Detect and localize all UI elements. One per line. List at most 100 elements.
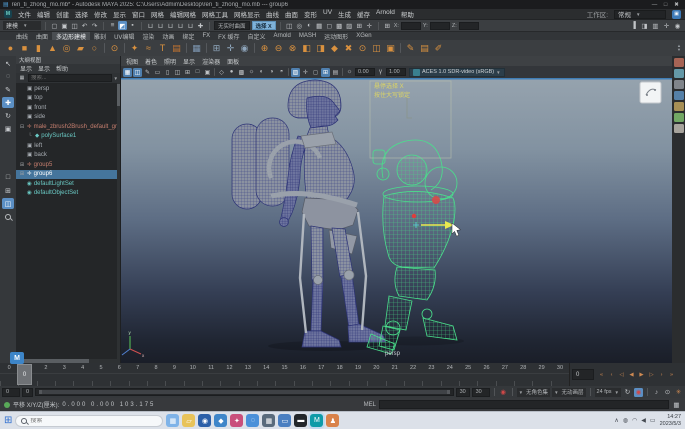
isolate-select-icon[interactable]: ◻ (325, 21, 334, 30)
tray-chevron-icon[interactable]: ∧ (614, 417, 618, 424)
wireframe-color-icon[interactable]: ▨ (345, 21, 354, 30)
outliner-item[interactable]: ⊟ ✛ male_zbrush2Brush_default_group (16, 122, 120, 132)
menu-item[interactable]: 缓存 (357, 9, 370, 19)
separate-icon[interactable]: ⊖ (272, 42, 285, 55)
playback-start-field[interactable]: 0 (22, 388, 33, 397)
shadows-icon[interactable]: ◐ (257, 68, 266, 77)
motion-blur-icon[interactable]: ◓ (277, 68, 286, 77)
attribute-editor-toggle[interactable]: ▐ (629, 21, 638, 30)
current-frame-marker[interactable]: 0 (17, 364, 32, 385)
soft-select-icon[interactable]: ◎ (295, 21, 304, 30)
snap-curve-icon[interactable]: ⊔ (156, 21, 165, 30)
shelf-tab[interactable]: 动画 (158, 32, 178, 40)
symmetry-icon[interactable]: ◫ (285, 21, 294, 30)
tray-wifi-icon[interactable]: ◠ (632, 417, 637, 424)
menu-item[interactable]: 网格显示 (234, 9, 260, 19)
workspace-settings-icon[interactable]: ▣ (672, 10, 681, 19)
safe-title-icon[interactable]: ▣ (203, 68, 212, 77)
menu-item[interactable]: 曲面 (285, 9, 298, 19)
shelf-icon[interactable] (186, 43, 187, 53)
viewport-menu-item[interactable]: 渲染器 (202, 57, 220, 66)
use-all-lights-icon[interactable]: ☼ (247, 68, 256, 77)
shelf-icon[interactable] (124, 43, 125, 53)
character-controls-tab[interactable] (674, 102, 684, 111)
range-slider-handle[interactable] (39, 390, 450, 394)
multi-cut-icon[interactable]: ✖ (342, 42, 355, 55)
mirror-icon[interactable]: ◫ (370, 42, 383, 55)
snap-grid-icon[interactable]: ⊔ (146, 21, 155, 30)
playback-end-field[interactable]: 30 (456, 388, 470, 397)
scale-tool[interactable]: ▣ (2, 123, 14, 134)
taskbar-app-person[interactable]: ♟ (326, 414, 339, 427)
poly-sphere-icon[interactable]: ● (4, 42, 17, 55)
viewport-menu-item[interactable]: 着色 (145, 57, 157, 66)
select-component-icon[interactable]: ▪ (128, 21, 137, 30)
shelf-tab[interactable]: 渲染 (138, 32, 158, 40)
film-gate-icon[interactable]: ▭ (153, 68, 162, 77)
menu-item[interactable]: 编辑网格 (170, 9, 196, 19)
input-line-mode-icon[interactable]: ⊞ (383, 21, 392, 30)
outliner-item[interactable]: ▣ left (16, 141, 120, 151)
shelf-tab[interactable]: UV编辑 (110, 32, 138, 40)
menu-item[interactable]: 网格工具 (202, 9, 228, 19)
snap-projected-center-icon[interactable]: ⊔ (176, 21, 185, 30)
taskbar-clock[interactable]: 14:27 2023/5/3 (660, 414, 681, 427)
isolate-select-icon[interactable]: ◻ (311, 68, 320, 77)
mute-audio-icon[interactable]: ♪ (652, 388, 661, 397)
undo-icon[interactable]: ↶ (80, 21, 89, 30)
shelf-icon[interactable] (206, 43, 207, 53)
resolution-gate-icon[interactable]: ▯ (163, 68, 172, 77)
viewport-popup-button[interactable] (640, 82, 661, 103)
type-tool-icon[interactable]: T (156, 42, 169, 55)
grid-toggle-icon[interactable]: ⊞ (321, 68, 330, 77)
menu-item[interactable]: 编辑 (37, 9, 50, 19)
quad-draw-icon[interactable]: ▣ (384, 42, 397, 55)
expander-icon[interactable]: ⊞ (19, 171, 25, 177)
outliner-vertical-scrollbar[interactable] (117, 83, 120, 359)
ik-handle-icon[interactable]: ◉ (238, 42, 251, 55)
workspace-dropdown[interactable]: 常规 ▼ (614, 10, 666, 19)
poly-cylinder-icon[interactable]: ▮ (32, 42, 45, 55)
animation-end-field[interactable]: 30 (472, 388, 490, 397)
rotate-tool[interactable]: ↻ (2, 110, 14, 121)
new-scene-icon[interactable]: ▢ (50, 21, 59, 30)
outliner-item[interactable]: ⊞ ✛ group5 (16, 160, 120, 170)
poly-pipe-icon[interactable]: ○ (88, 42, 101, 55)
step-forward-button[interactable]: ▷ (647, 370, 656, 380)
viewport-menu-item[interactable]: 面板 (227, 57, 239, 66)
outliner-item[interactable]: ▣ front (16, 103, 120, 113)
modeling-toolkit-tab[interactable] (674, 91, 684, 100)
outliner-menu-item[interactable]: 显示 (20, 64, 32, 73)
sweep-mesh-icon[interactable]: ▤ (170, 42, 183, 55)
curve-tools-icon[interactable]: ≈ (142, 42, 155, 55)
modeling-toolkit-toggle[interactable]: ✛ (662, 21, 671, 30)
range-slider-track[interactable] (35, 388, 454, 396)
taskbar-app-browser[interactable]: ◉ (198, 414, 211, 427)
arnold-tab[interactable] (674, 124, 684, 133)
command-line-input[interactable] (379, 400, 669, 409)
exposure-field[interactable]: 0.00 (355, 68, 375, 76)
construction-history-icon[interactable]: ⊞ (355, 21, 364, 30)
viewport-menu-item[interactable]: 视图 (126, 57, 138, 66)
viewport-menu-item[interactable]: 照明 (164, 57, 176, 66)
shelf-tab[interactable]: 自定义 (243, 32, 269, 40)
xray-joints-icon[interactable]: ✛ (301, 68, 310, 77)
shelf-icon[interactable] (104, 43, 105, 53)
outliner-item[interactable]: ◉ defaultObjectSet (16, 189, 120, 199)
shelf-tab[interactable]: MASH (295, 32, 320, 40)
layout-persp-outliner[interactable]: ◫ (2, 198, 14, 209)
shelf-tab[interactable]: 多边形建模 (52, 32, 90, 40)
start-button[interactable]: ⊞ (4, 415, 12, 426)
shelf-tab[interactable]: 运动图形 (320, 32, 352, 40)
boolean-icon[interactable]: ⊗ (286, 42, 299, 55)
taskbar-app-explorer[interactable]: ▱ (182, 414, 195, 427)
taskbar-search[interactable] (15, 415, 163, 427)
move-tool[interactable]: ✚ (2, 97, 14, 108)
shelf-tab[interactable]: XGen (352, 32, 375, 40)
reflection-icon[interactable]: ◐ (305, 21, 314, 30)
hud-toggle-icon[interactable]: ▤ (331, 68, 340, 77)
outliner-menu-item[interactable]: 帮助 (56, 64, 68, 73)
menu-item[interactable]: 显示 (113, 9, 126, 19)
poly-cube-icon[interactable]: ■ (18, 42, 31, 55)
next-key-button[interactable]: › (657, 370, 666, 380)
